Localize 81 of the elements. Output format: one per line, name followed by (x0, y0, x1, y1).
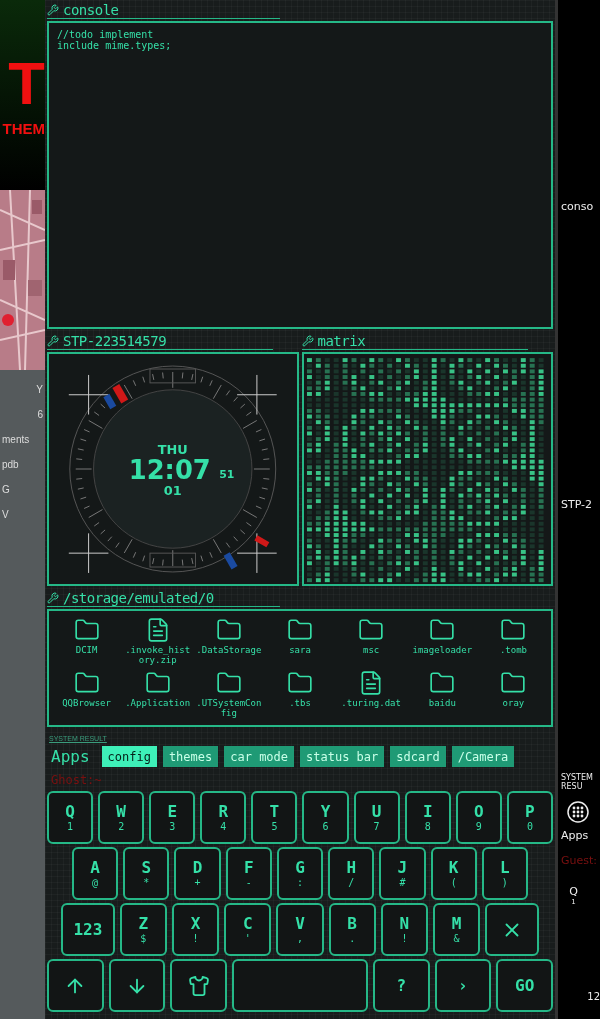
apps-label: Apps (51, 747, 90, 766)
keyboard-key[interactable]: F - (225, 847, 272, 900)
keyboard-key[interactable]: GO (496, 959, 553, 1012)
file-name[interactable]: baidu (428, 698, 456, 708)
file-name[interactable]: DCIM (75, 645, 98, 655)
keyboard-key[interactable]: L ) (481, 847, 528, 900)
keyboard-key[interactable]: W 2 (98, 791, 145, 844)
file-name[interactable]: .tomb (499, 645, 527, 655)
panel-title: conso (561, 200, 595, 213)
keyboard-key[interactable]: A @ (72, 847, 119, 900)
key-label: V (2, 509, 9, 520)
wrench-icon (47, 335, 59, 347)
file-name[interactable]: sara (289, 645, 311, 655)
keyboard-key[interactable]: M & (433, 903, 481, 956)
file-name[interactable]: QQBrowser (62, 698, 111, 708)
apps-label: Apps (561, 829, 590, 842)
keyboard-key[interactable]: X ! (171, 903, 220, 956)
keyboard-key[interactable]: R 4 (200, 791, 247, 844)
keyboard-key[interactable]: G : (276, 847, 324, 900)
folder-label: ments (2, 434, 30, 445)
keyboard-key[interactable]: K ( (430, 847, 477, 900)
keyboard-key[interactable]: S * (123, 847, 170, 900)
panel-title: console (63, 2, 119, 18)
shirt-icon (187, 974, 210, 997)
keyboard-key[interactable]: P 0 (506, 791, 553, 844)
keyboard-key[interactable]: B . (328, 903, 376, 956)
keyboard-key[interactable]: V , (276, 903, 324, 956)
apps-grid-icon[interactable] (567, 801, 589, 823)
keyboard-key[interactable]: C ' (224, 903, 272, 956)
panel-title: matrix (317, 333, 366, 349)
prompt: Ghost:~ (51, 773, 103, 787)
clock-label: 12 (587, 991, 600, 1002)
keyboard-key[interactable]: T 5 (251, 791, 298, 844)
space-key[interactable] (232, 959, 368, 1012)
file-name[interactable]: .tbs (289, 698, 311, 708)
folder-label: pdb (2, 459, 19, 470)
keyboard-key[interactable]: I 8 (404, 791, 451, 844)
file-name[interactable]: .UTSystemConfig (193, 698, 264, 718)
keyboard-key[interactable]: Q 1 (47, 791, 94, 844)
code-line: //todo implement (57, 29, 154, 40)
key-label: 6 (37, 409, 43, 420)
key-label: G (2, 484, 10, 495)
clock-date: 01 (163, 482, 182, 498)
code-line: include mime.types; (57, 40, 173, 51)
keyboard-key[interactable]: 123 (61, 903, 115, 956)
file-name[interactable]: .DataStorage (196, 645, 262, 655)
key-label: Y (36, 384, 43, 395)
app-chip[interactable]: config (101, 746, 157, 767)
file-name[interactable]: imageloader (412, 645, 473, 655)
wrench-icon (301, 335, 314, 347)
file-name[interactable]: .Application (125, 698, 191, 708)
keyboard-key[interactable]: ? (372, 959, 430, 1012)
keyboard-key[interactable]: › (434, 959, 492, 1012)
theme-key[interactable] (170, 959, 228, 1012)
subheadline: THEM (2, 119, 45, 137)
file-name[interactable]: msc (363, 645, 380, 655)
keyboard-key[interactable]: H / (328, 847, 375, 900)
keyboard-key[interactable]: E 3 (149, 791, 196, 844)
keyboard-key[interactable]: O 9 (455, 791, 502, 844)
wrench-icon (47, 592, 59, 604)
panel-title: STP-2 (561, 498, 594, 511)
prompt: Guest: (561, 854, 598, 867)
keyboard-key[interactable]: N ! (380, 903, 428, 956)
panel-title: STP-223514579 (63, 333, 167, 349)
file-name[interactable]: .turing.dat (341, 698, 401, 708)
headline: T (8, 53, 45, 114)
status-line: SYSTEM RESU (561, 773, 594, 791)
file-name[interactable]: oray (502, 698, 525, 708)
down-key[interactable] (108, 959, 166, 1012)
clock-seconds: 51 (219, 467, 235, 481)
delete-key[interactable] (485, 903, 539, 956)
file-name[interactable]: .invoke_history.zip (122, 645, 193, 665)
panel-title: /storage/emulated/0 (63, 590, 214, 606)
keyboard-key[interactable]: J # (379, 847, 426, 900)
keyboard-key[interactable]: D + (174, 847, 221, 900)
keyboard-key[interactable]: Z $ (119, 903, 167, 956)
wrench-icon (47, 4, 59, 16)
keyboard-key[interactable]: Y 6 (302, 791, 349, 844)
up-key[interactable] (47, 959, 104, 1012)
keyboard-key: Q (569, 885, 578, 898)
keyboard-key[interactable]: U 7 (353, 791, 400, 844)
